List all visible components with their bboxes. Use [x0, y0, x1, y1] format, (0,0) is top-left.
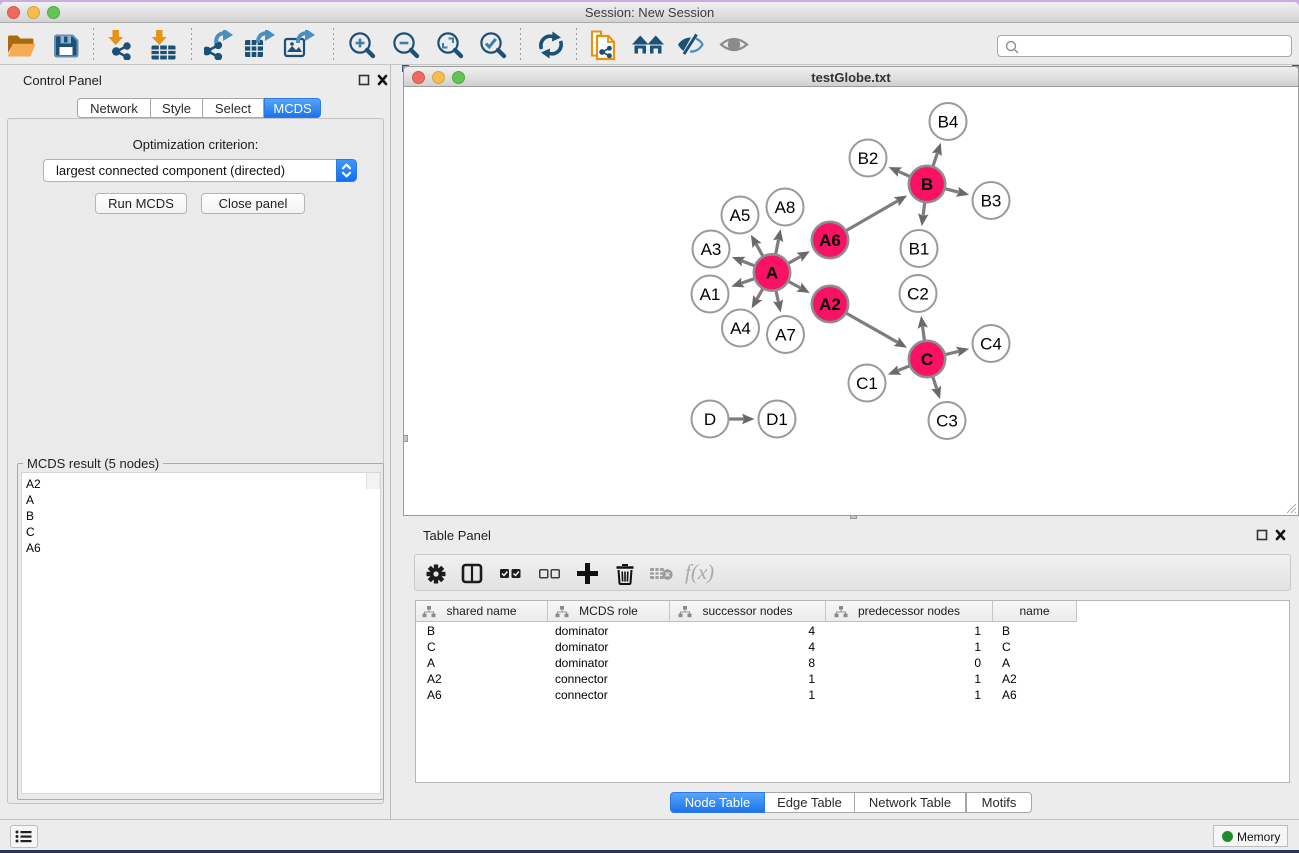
svg-text:A8: A8: [775, 198, 796, 217]
svg-text:B3: B3: [981, 192, 1002, 211]
svg-text:B1: B1: [909, 240, 930, 259]
svg-text:A1: A1: [700, 285, 721, 304]
svg-text:A4: A4: [730, 319, 751, 338]
svg-text:B: B: [921, 175, 933, 194]
svg-text:A: A: [766, 264, 778, 283]
svg-text:A6: A6: [819, 231, 841, 250]
svg-text:B2: B2: [858, 149, 879, 168]
svg-text:B4: B4: [938, 113, 959, 132]
svg-text:C4: C4: [980, 335, 1002, 354]
svg-text:C1: C1: [856, 374, 878, 393]
svg-text:C2: C2: [907, 285, 929, 304]
svg-text:A7: A7: [775, 326, 796, 345]
svg-text:C: C: [921, 350, 933, 369]
svg-text:A2: A2: [819, 295, 841, 314]
svg-text:D: D: [704, 410, 716, 429]
svg-text:A5: A5: [730, 206, 751, 225]
svg-text:D1: D1: [766, 410, 788, 429]
svg-text:A3: A3: [701, 240, 722, 259]
svg-text:C3: C3: [936, 412, 958, 431]
